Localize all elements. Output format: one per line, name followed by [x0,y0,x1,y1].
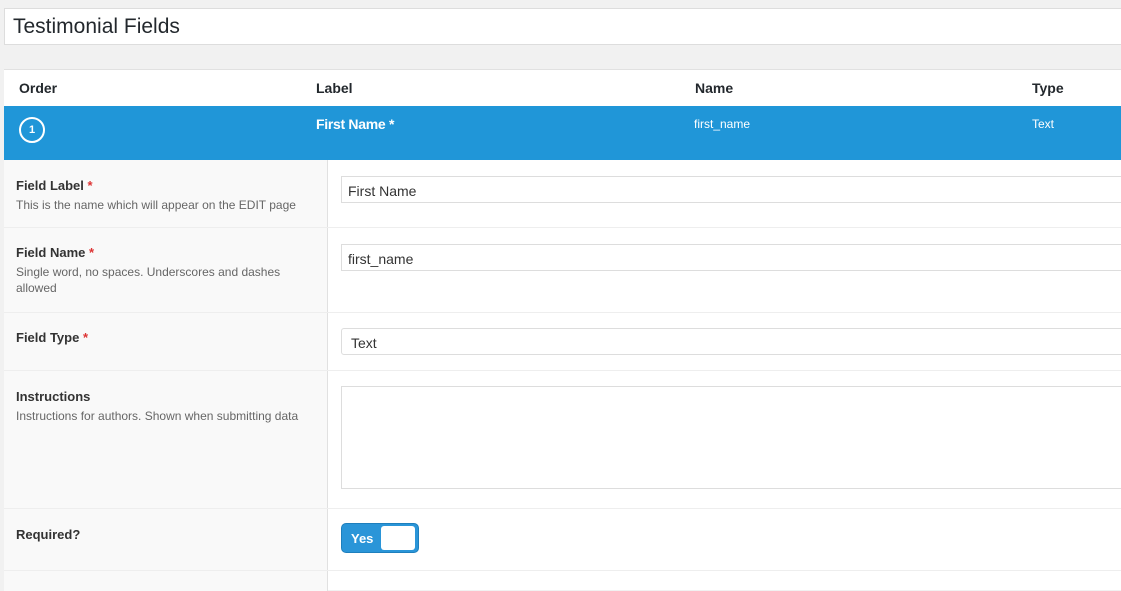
setting-label-cell: Required? [4,509,328,570]
field-row-type: Text [1032,117,1055,131]
setting-field-label: Field Label * This is the name which wil… [4,160,1121,228]
setting-description: This is the name which will appear on th… [16,198,296,212]
required-mark: * [82,330,89,345]
setting-label-cell: Instructions Instructions for authors. S… [4,371,328,508]
column-header-type: Type [1032,80,1064,96]
setting-description: Instructions for authors. Shown when sub… [16,409,299,423]
setting-field-name: Field Name * Single word, no spaces. Und… [4,228,1121,313]
setting-label: Field Label * [16,178,93,193]
field-row-label[interactable]: First Name * [316,116,394,132]
instructions-textarea[interactable] [341,386,1121,489]
setting-field-type: Field Type * Text [4,313,1121,371]
setting-label-cell [4,571,328,591]
setting-label-cell: Field Type * [4,313,328,370]
setting-description: Single word, no spaces. Underscores and … [16,265,281,295]
title-input[interactable] [13,15,913,39]
setting-label-cell: Field Label * This is the name which wil… [4,160,328,227]
setting-label: Field Type * [16,330,89,345]
field-type-select[interactable]: Text [341,328,1121,355]
setting-next-row [4,571,1121,591]
title-field[interactable] [4,8,1121,45]
setting-instructions: Instructions Instructions for authors. S… [4,371,1121,509]
setting-required: Required? Yes [4,509,1121,571]
required-toggle[interactable]: Yes [341,523,419,553]
field-row-active[interactable]: 1 First Name * first_name Text [4,106,1121,161]
setting-label: Instructions [16,389,91,404]
toggle-label: Yes [351,531,374,546]
field-settings: Field Label * This is the name which wil… [4,160,1121,591]
column-header-label: Label [316,80,353,96]
required-mark: * [87,178,93,193]
column-header-name: Name [695,80,734,96]
field-name-input[interactable]: first_name [341,244,1121,271]
order-handle[interactable]: 1 [19,117,45,143]
setting-label: Required? [16,527,81,542]
field-row-name: first_name [694,117,751,131]
setting-label-cell: Field Name * Single word, no spaces. Und… [4,228,328,312]
setting-label: Field Name * [16,245,95,260]
column-header-order: Order [19,80,58,96]
field-label-input[interactable]: First Name [341,176,1121,203]
required-mark: * [88,245,95,260]
toggle-knob[interactable] [381,526,415,550]
